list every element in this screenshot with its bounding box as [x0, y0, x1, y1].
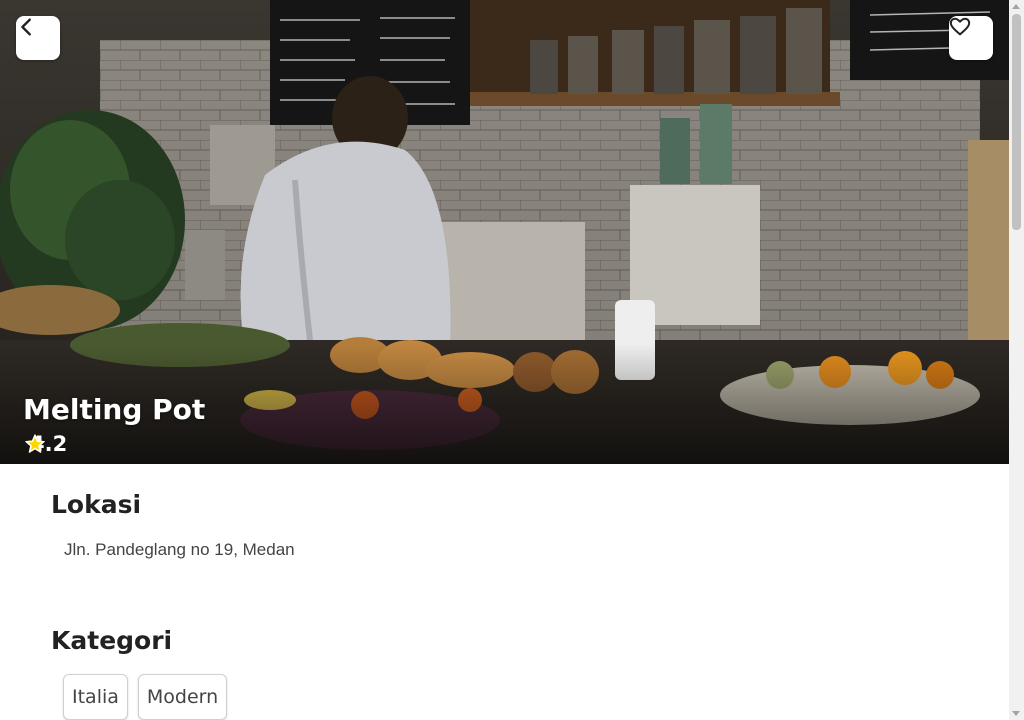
heart-outline-icon [949, 17, 971, 36]
star-outline-icon [25, 434, 45, 453]
favorite-button[interactable] [949, 16, 993, 60]
page-scrollbar[interactable] [1009, 0, 1024, 720]
star-rating: 4.2 [23, 432, 67, 456]
scroll-thumb[interactable] [1012, 14, 1021, 230]
category-chips: Italia Modern [63, 674, 228, 720]
scroll-down-icon[interactable] [1012, 711, 1020, 716]
chevron-left-icon [21, 18, 31, 36]
category-heading: Kategori [51, 626, 173, 655]
category-chip-italia[interactable]: Italia [63, 674, 128, 720]
location-heading: Lokasi [51, 490, 142, 519]
category-chip-modern[interactable]: Modern [137, 674, 228, 720]
restaurant-name: Melting Pot [23, 393, 206, 426]
address-text: Jln. Pandeglang no 19, Medan [64, 540, 295, 559]
back-button[interactable] [16, 16, 60, 60]
scroll-up-icon[interactable] [1012, 4, 1020, 9]
hero-image: Melting Pot 4.2 [0, 0, 1009, 464]
